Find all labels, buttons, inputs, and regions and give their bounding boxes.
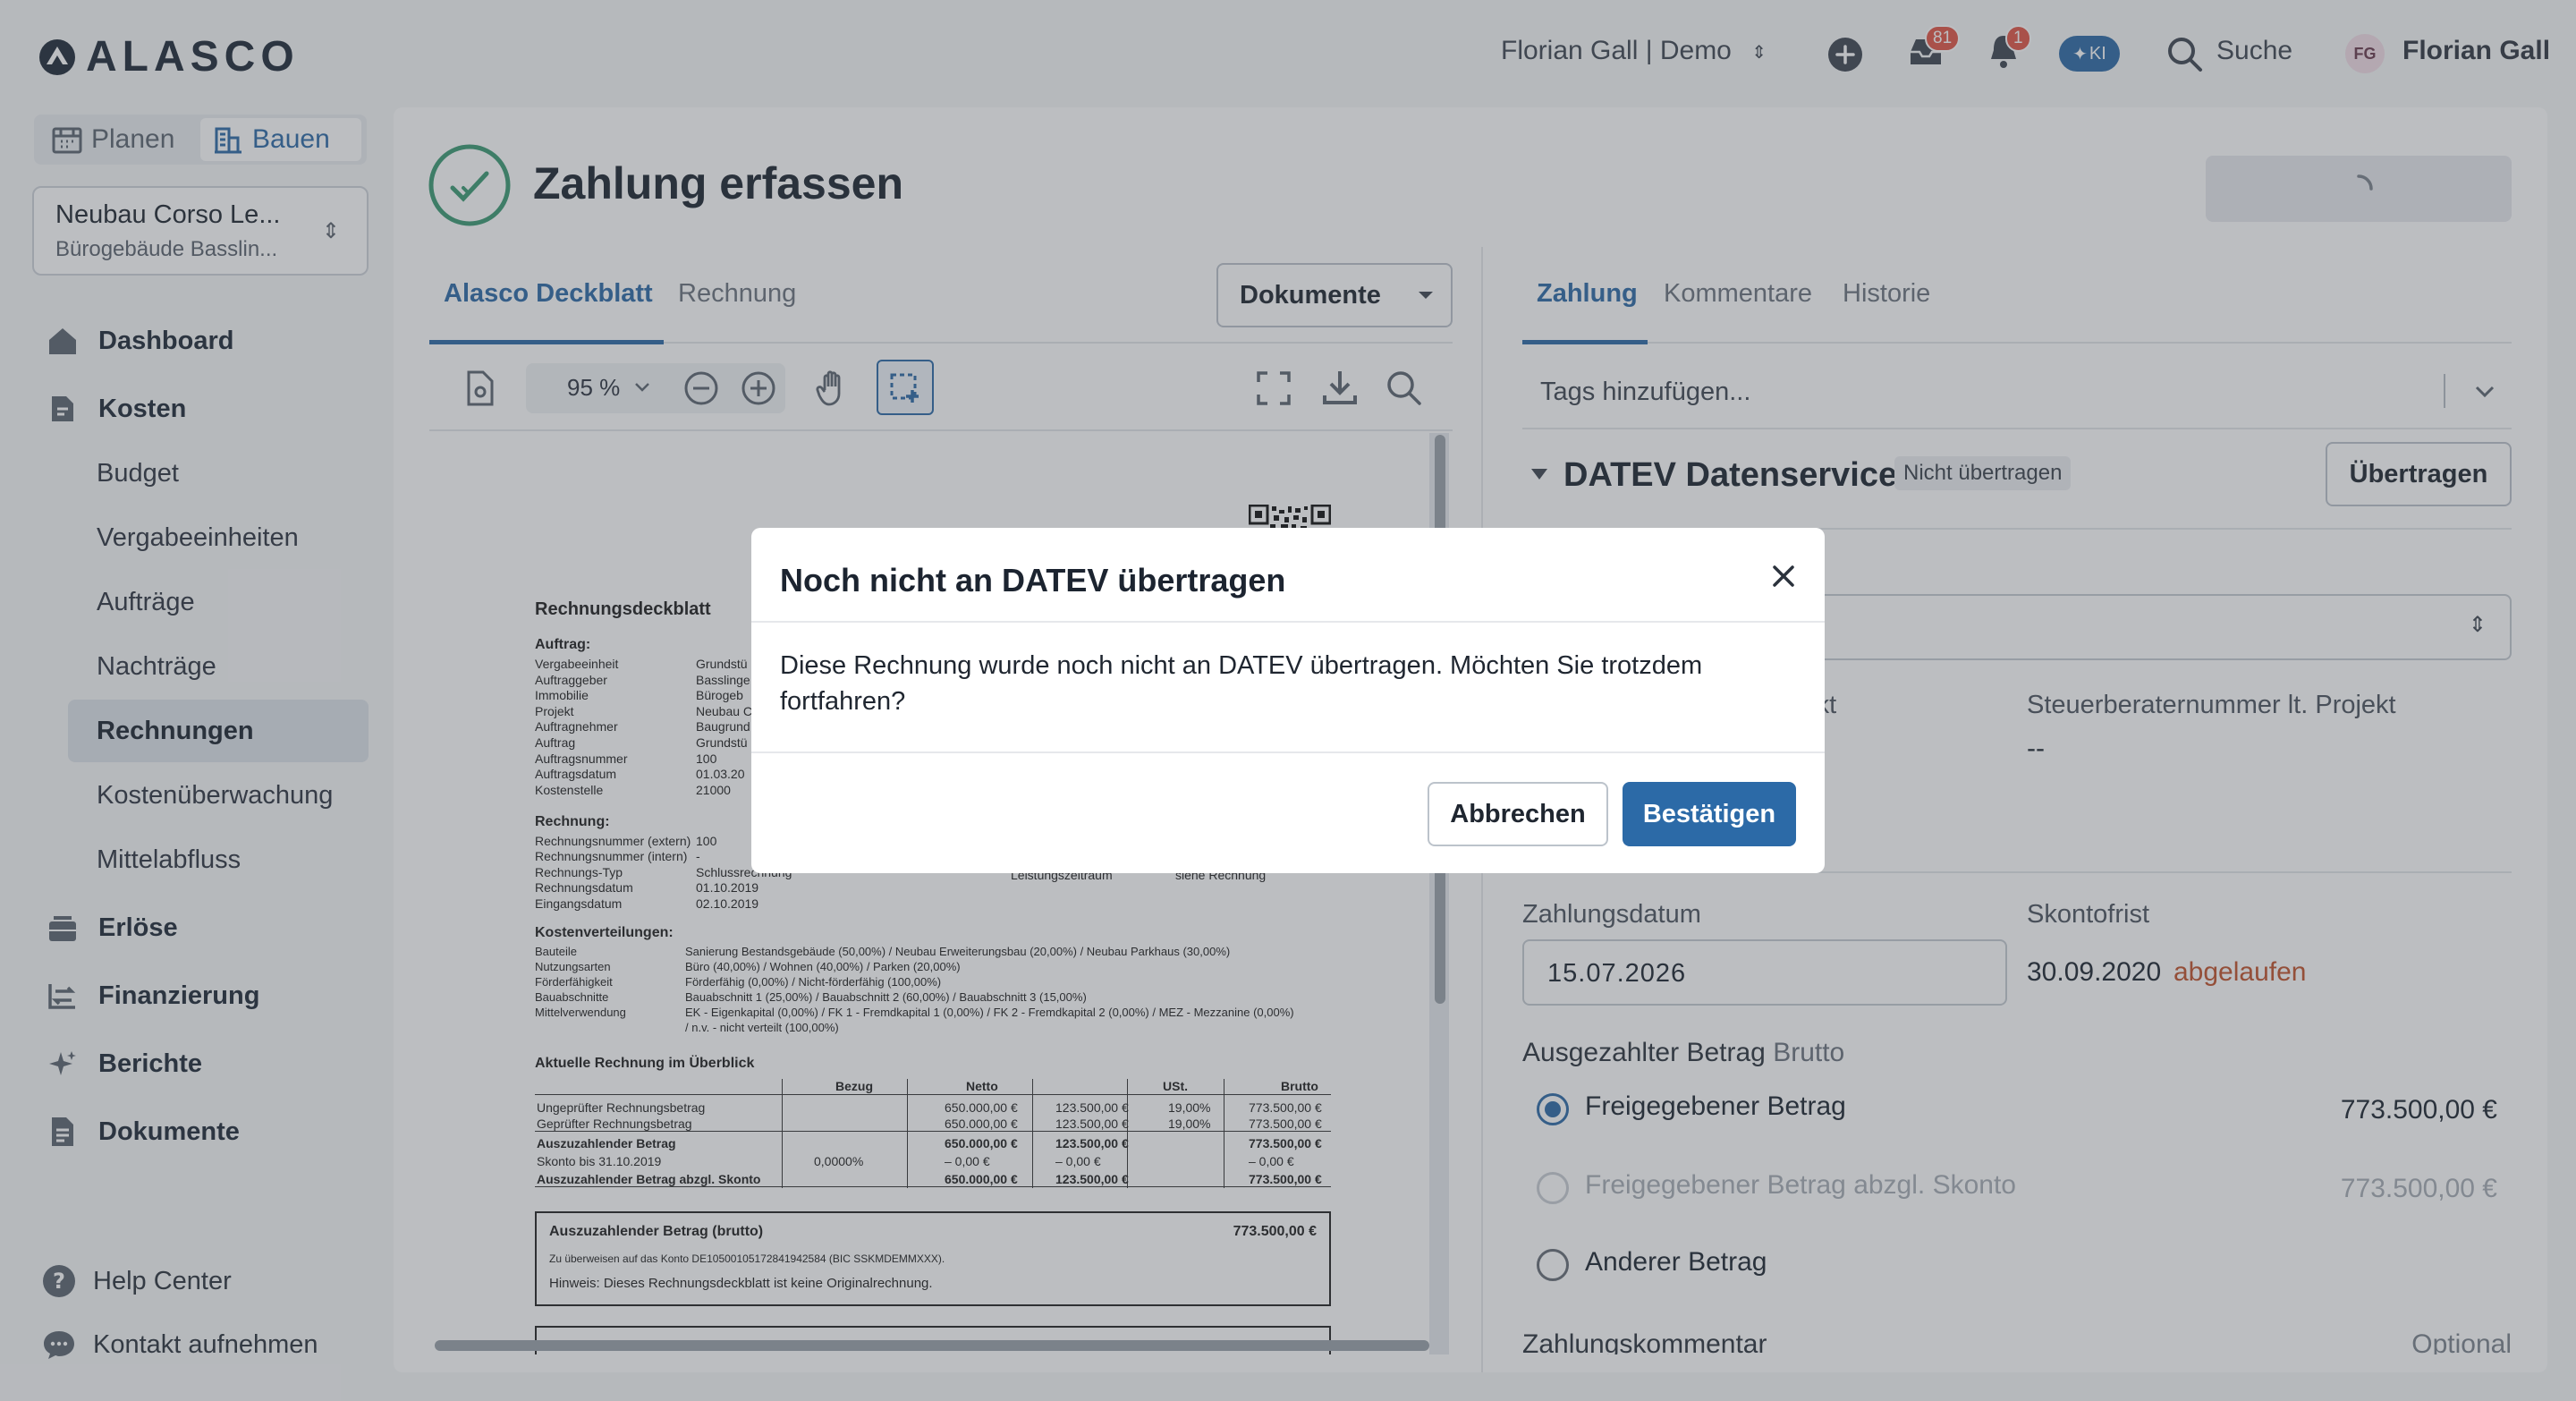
confirm-dialog: Noch nicht an DATEV übertragen Diese Rec… [751,528,1825,873]
dialog-divider [751,621,1825,623]
cancel-button[interactable]: Abbrechen [1428,782,1608,846]
close-icon[interactable] [1771,564,1796,589]
dialog-title: Noch nicht an DATEV übertragen [780,562,1286,599]
dialog-divider [751,751,1825,753]
dialog-message: Diese Rechnung wurde noch nicht an DATEV… [780,651,1703,716]
confirm-button[interactable]: Bestätigen [1623,782,1796,846]
